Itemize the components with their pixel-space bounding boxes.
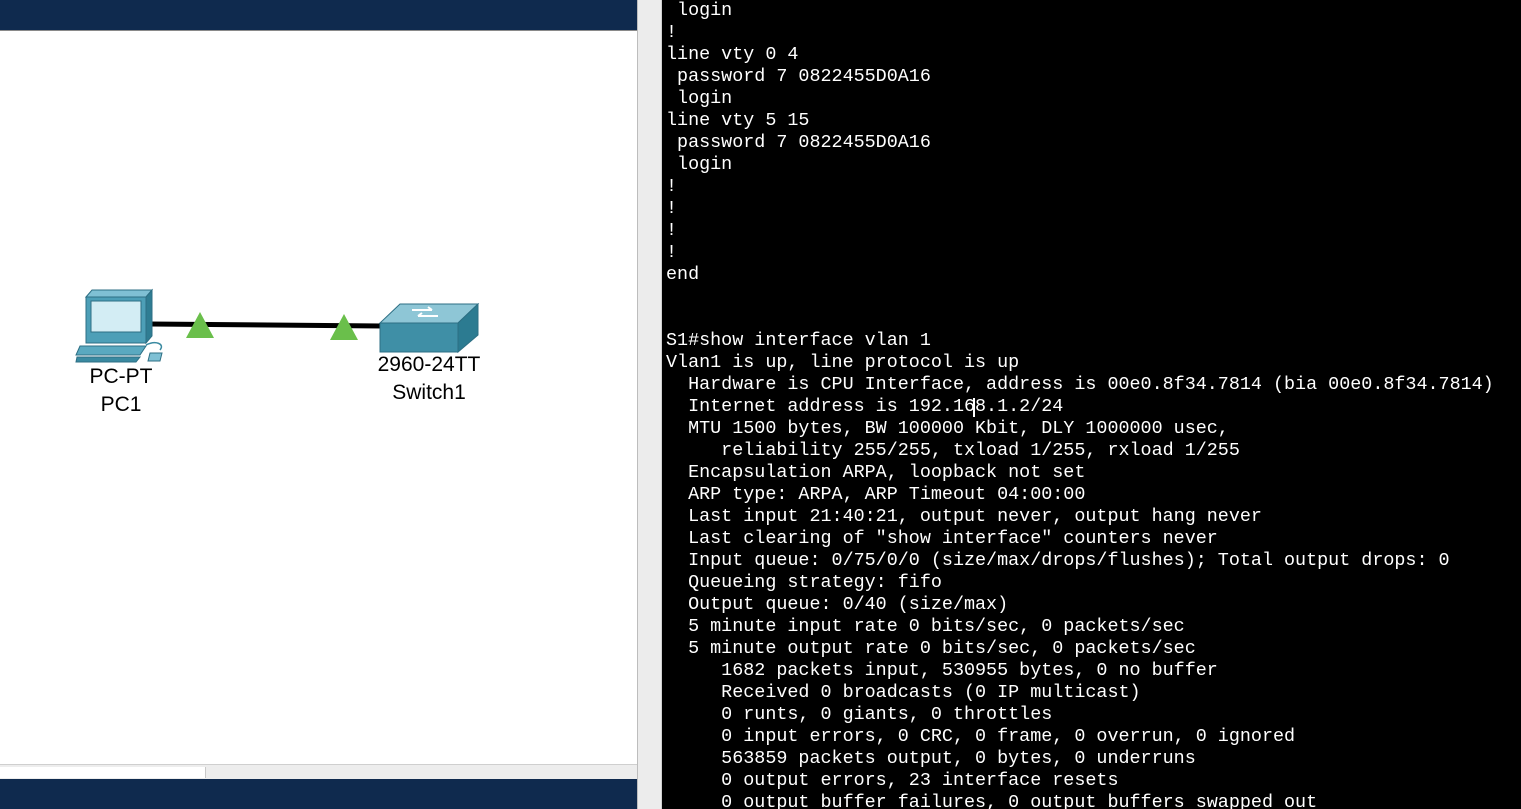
switch-icon[interactable] xyxy=(378,302,480,354)
text-cursor xyxy=(973,398,975,417)
horizontal-scrollbar[interactable] xyxy=(0,764,637,780)
terminal-output: login! line vty 0 4 password 7 0822455D0A… xyxy=(666,0,1494,809)
terminal-line: S1#show interface vlan 1 xyxy=(666,330,931,351)
terminal-line: 5 minute output rate 0 bits/sec, 0 packe… xyxy=(666,638,1196,659)
terminal-line: Last input 21:40:21, output never, outpu… xyxy=(666,506,1262,527)
terminal-line: line vty 5 15 xyxy=(666,110,810,131)
workspace-top-bar xyxy=(0,0,637,31)
pc-icon[interactable] xyxy=(75,288,163,363)
pane-splitter[interactable] xyxy=(637,0,662,809)
terminal-line: 563859 packets output, 0 bytes, 0 underr… xyxy=(666,748,1196,769)
terminal-line: Last clearing of "show interface" counte… xyxy=(666,528,1218,549)
device-name: Switch1 xyxy=(392,381,466,404)
terminal-line: line vty 0 4 xyxy=(666,44,799,65)
scrollbar-thumb[interactable] xyxy=(0,767,206,778)
terminal-line: ! xyxy=(666,22,678,43)
terminal-line: ARP type: ARPA, ARP Timeout 04:00:00 xyxy=(666,484,1086,505)
device-model: 2960-24TT xyxy=(377,353,481,376)
terminal-line: Output queue: 0/40 (size/max) xyxy=(666,594,1009,615)
terminal-line: 0 output buffer failures, 0 output buffe… xyxy=(666,792,1318,809)
terminal-line: login xyxy=(666,0,733,21)
switch-label: 2960-24TT Switch1 xyxy=(364,353,494,405)
terminal-line: ! xyxy=(666,176,678,197)
terminal-line: end xyxy=(666,264,700,285)
terminal-line: password 7 0822455D0A16 xyxy=(666,132,931,153)
device-name: PC1 xyxy=(100,393,142,416)
terminal-line: password 7 0822455D0A16 xyxy=(666,66,931,87)
workspace-bottom-bar xyxy=(0,779,637,809)
terminal-line: 0 runts, 0 giants, 0 throttles xyxy=(666,704,1053,725)
terminal-line: login xyxy=(666,88,733,109)
terminal-line: ! xyxy=(666,242,678,263)
terminal-line: ! xyxy=(666,198,678,219)
terminal-line: Received 0 broadcasts (0 IP multicast) xyxy=(666,682,1141,703)
terminal-line: ! xyxy=(666,220,678,241)
terminal-line: Vlan1 is up, line protocol is up xyxy=(666,352,1020,373)
terminal-line: 0 output errors, 23 interface resets xyxy=(666,770,1119,791)
terminal-line: 0 input errors, 0 CRC, 0 frame, 0 overru… xyxy=(666,726,1296,747)
logical-topology-canvas[interactable]: PC-PT PC1 2960-24TT Switch1 xyxy=(0,31,637,764)
cli-terminal[interactable]: login! line vty 0 4 password 7 0822455D0A… xyxy=(662,0,1521,809)
workspace-pane: PC-PT PC1 2960-24TT Switch1 xyxy=(0,0,637,809)
terminal-line: 1682 packets input, 530955 bytes, 0 no b… xyxy=(666,660,1218,681)
terminal-line: 5 minute input rate 0 bits/sec, 0 packet… xyxy=(666,616,1185,637)
device-model: PC-PT xyxy=(89,365,153,388)
terminal-line: Input queue: 0/75/0/0 (size/max/drops/fl… xyxy=(666,550,1450,571)
terminal-line: Encapsulation ARPA, loopback not set xyxy=(666,462,1086,483)
terminal-line: MTU 1500 bytes, BW 100000 Kbit, DLY 1000… xyxy=(666,418,1229,439)
pc-label: PC-PT PC1 xyxy=(71,365,171,417)
terminal-line: Hardware is CPU Interface, address is 00… xyxy=(666,374,1494,395)
terminal-line: reliability 255/255, txload 1/255, rxloa… xyxy=(666,440,1240,461)
terminal-line: login xyxy=(666,154,733,175)
terminal-line: Queueing strategy: fifo xyxy=(666,572,942,593)
terminal-line: Internet address is 192.168.1.2/24 xyxy=(666,396,1064,417)
